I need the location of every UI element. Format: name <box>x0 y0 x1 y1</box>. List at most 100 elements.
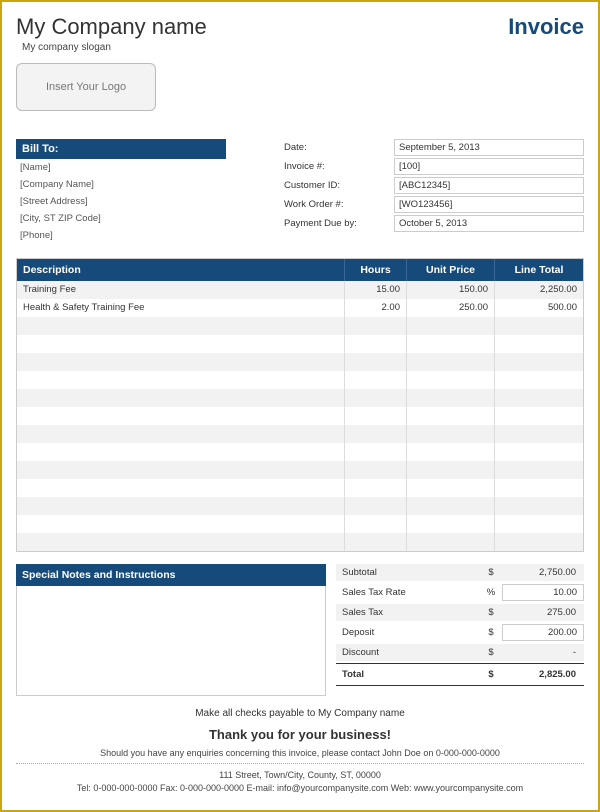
discount-sym: $ <box>480 647 502 658</box>
footer: Make all checks payable to My Company na… <box>16 708 584 794</box>
cell-price <box>407 335 495 353</box>
taxrate-value: 10.00 <box>502 584 584 601</box>
company-slogan: My company slogan <box>22 42 207 53</box>
taxrate-sym: % <box>480 587 502 598</box>
billto-company: [Company Name] <box>16 176 226 193</box>
notes-block: Special Notes and Instructions <box>16 564 326 696</box>
cell-description: Health & Safety Training Fee <box>17 299 345 317</box>
cell-description <box>17 317 345 335</box>
cell-hours <box>345 443 407 461</box>
subtotal-value: 2,750.00 <box>502 567 584 578</box>
cell-price <box>407 515 495 533</box>
taxrate-label: Sales Tax Rate <box>336 587 480 598</box>
table-row <box>17 335 583 353</box>
table-row <box>17 479 583 497</box>
cell-total <box>495 353 583 371</box>
table-row <box>17 407 583 425</box>
billto-phone: [Phone] <box>16 227 226 244</box>
contact-details: Tel: 0-000-000-0000 Fax: 0-000-000-0000 … <box>16 782 584 795</box>
bill-to-header: Bill To: <box>16 139 226 159</box>
table-row <box>17 533 583 551</box>
meta-customer-label: Customer ID: <box>284 177 394 194</box>
tax-label: Sales Tax <box>336 607 480 618</box>
cell-description <box>17 335 345 353</box>
cell-hours <box>345 533 407 551</box>
meta-date-label: Date: <box>284 139 394 156</box>
cell-price <box>407 479 495 497</box>
meta-block: Date:September 5, 2013 Invoice #:[100] C… <box>284 139 584 244</box>
cell-description <box>17 371 345 389</box>
footer-divider <box>16 763 584 764</box>
table-row <box>17 353 583 371</box>
col-unit-price: Unit Price <box>407 259 495 281</box>
cell-hours <box>345 497 407 515</box>
cell-description <box>17 425 345 443</box>
cell-price <box>407 317 495 335</box>
info-row: Bill To: [Name] [Company Name] [Street A… <box>16 139 584 244</box>
cell-hours <box>345 317 407 335</box>
cell-price <box>407 353 495 371</box>
cell-hours <box>345 461 407 479</box>
cell-total <box>495 335 583 353</box>
cell-total <box>495 515 583 533</box>
company-name: My Company name <box>16 14 207 40</box>
cell-description <box>17 497 345 515</box>
cell-description <box>17 461 345 479</box>
meta-due-label: Payment Due by: <box>284 215 394 232</box>
cell-hours <box>345 353 407 371</box>
col-hours: Hours <box>345 259 407 281</box>
table-row: Health & Safety Training Fee2.00250.0050… <box>17 299 583 317</box>
subtotal-sym: $ <box>480 567 502 578</box>
col-line-total: Line Total <box>495 259 583 281</box>
cell-hours <box>345 389 407 407</box>
discount-value: - <box>502 647 584 658</box>
items-table: Description Hours Unit Price Line Total … <box>16 258 584 552</box>
cell-price <box>407 389 495 407</box>
cell-total: 500.00 <box>495 299 583 317</box>
cell-hours: 2.00 <box>345 299 407 317</box>
cell-price: 150.00 <box>407 281 495 299</box>
cell-price <box>407 461 495 479</box>
meta-due-value: October 5, 2013 <box>394 215 584 232</box>
total-label: Total <box>336 669 480 680</box>
header: My Company name My company slogan Invoic… <box>16 14 584 53</box>
cell-price <box>407 443 495 461</box>
cell-hours <box>345 335 407 353</box>
deposit-sym: $ <box>480 627 502 638</box>
notes-header: Special Notes and Instructions <box>16 564 326 586</box>
items-header: Description Hours Unit Price Line Total <box>17 259 583 281</box>
cell-hours <box>345 371 407 389</box>
meta-invoice-value: [100] <box>394 158 584 175</box>
contact-address: 111 Street, Town/City, County, ST, 00000 <box>16 769 584 782</box>
meta-customer-value: [ABC12345] <box>394 177 584 194</box>
deposit-value: 200.00 <box>502 624 584 641</box>
cell-total: 2,250.00 <box>495 281 583 299</box>
table-row <box>17 425 583 443</box>
table-row <box>17 317 583 335</box>
cell-total <box>495 533 583 551</box>
cell-description: Training Fee <box>17 281 345 299</box>
cell-total <box>495 461 583 479</box>
totals-block: Subtotal$2,750.00 Sales Tax Rate%10.00 S… <box>336 564 584 696</box>
enquiries-text: Should you have any enquiries concerning… <box>16 748 584 758</box>
tax-sym: $ <box>480 607 502 618</box>
cell-description <box>17 353 345 371</box>
table-row <box>17 389 583 407</box>
table-row <box>17 371 583 389</box>
cell-total <box>495 317 583 335</box>
cell-description <box>17 479 345 497</box>
cell-hours <box>345 407 407 425</box>
payable-text: Make all checks payable to My Company na… <box>16 708 584 719</box>
cell-description <box>17 389 345 407</box>
lower-section: Special Notes and Instructions Subtotal$… <box>16 564 584 696</box>
invoice-title: Invoice <box>508 14 584 40</box>
thank-you-text: Thank you for your business! <box>16 727 584 742</box>
billto-name: [Name] <box>16 159 226 176</box>
company-block: My Company name My company slogan <box>16 14 207 53</box>
deposit-label: Deposit <box>336 627 480 638</box>
logo-placeholder[interactable]: Insert Your Logo <box>16 63 156 111</box>
meta-workorder-value: [WO123456] <box>394 196 584 213</box>
items-body: Training Fee15.00150.002,250.00Health & … <box>17 281 583 551</box>
table-row <box>17 443 583 461</box>
table-row <box>17 515 583 533</box>
